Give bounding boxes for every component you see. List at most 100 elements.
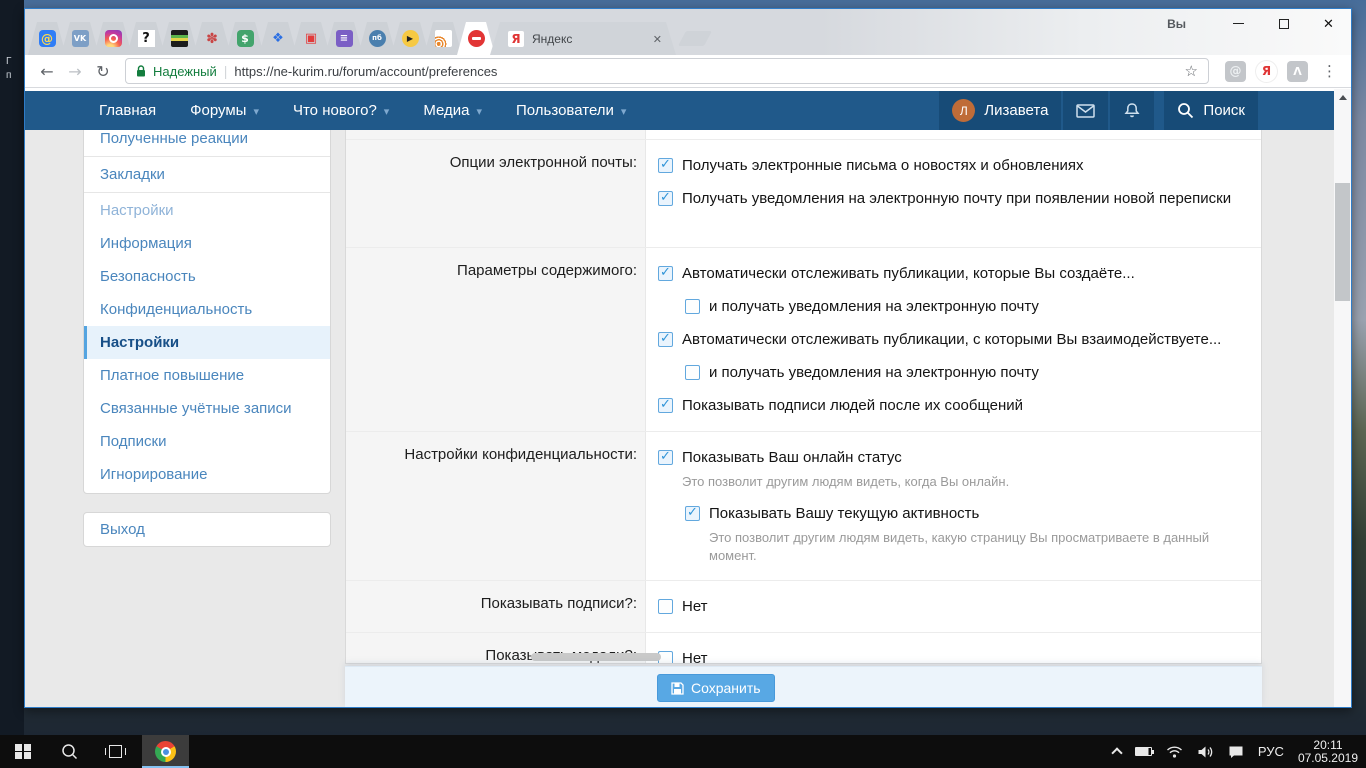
sidebar-item-ignoring[interactable]: Игнорирование <box>84 458 330 491</box>
pinned-tab-play[interactable]: ▶ <box>391 22 429 55</box>
bell-icon <box>1123 102 1141 119</box>
maximize-button[interactable] <box>1261 9 1306 38</box>
checkbox-checked-icon[interactable] <box>685 506 700 521</box>
avatar: Л <box>952 99 975 122</box>
pinned-tab-finance[interactable]: $ <box>226 22 264 55</box>
tab-yandex[interactable]: Я Яндекс <box>490 22 676 55</box>
logout-link[interactable]: Выход <box>84 513 330 546</box>
nav-label: Форумы <box>190 102 246 119</box>
horizontal-scrollbar-thumb[interactable] <box>531 653 661 661</box>
sidebar-item-connected-accounts[interactable]: Связанные учётные записи <box>84 392 330 425</box>
bookmark-star-icon[interactable] <box>1185 62 1198 81</box>
sidebar-item-bookmarks[interactable]: Закладки <box>84 158 330 191</box>
checkbox-unchecked-icon[interactable] <box>685 299 700 314</box>
pinned-tab-frame[interactable]: ▣ <box>292 22 330 55</box>
nav-item-home[interactable]: Главная <box>99 102 156 119</box>
pinned-tab-vk[interactable]: VK <box>61 22 99 55</box>
sidebar-item-upgrade[interactable]: Платное повышение <box>84 359 330 392</box>
pinned-tab-nekurim-active[interactable] <box>457 22 495 55</box>
user-menu[interactable]: Л Лизавета <box>939 91 1061 130</box>
browser-toolbar: ← → ↻ Надежный | https://ne-kurim.ru/for… <box>25 55 1351 88</box>
nav-item-media[interactable]: Медиа <box>423 102 482 119</box>
windows-taskbar: РУС 20:11 07.05.2019 <box>0 735 1366 768</box>
date: 07.05.2019 <box>1298 752 1358 765</box>
minimize-button[interactable] <box>1216 9 1261 38</box>
forward-button[interactable]: → <box>63 62 87 81</box>
sidebar-item-subscriptions[interactable]: Подписки <box>84 425 330 458</box>
checkbox-unchecked-icon[interactable] <box>685 365 700 380</box>
battery-icon[interactable] <box>1135 747 1152 756</box>
save-button[interactable]: Сохранить <box>657 674 775 702</box>
nav-item-whats-new[interactable]: Что нового? <box>293 102 389 119</box>
dropbox-favicon-icon: ❖ <box>270 30 287 47</box>
preferences-panel: Опции электронной почты: Получать электр… <box>345 119 1262 664</box>
start-button[interactable] <box>0 735 46 768</box>
volume-icon[interactable] <box>1197 745 1214 759</box>
chrome-menu-icon[interactable] <box>1322 62 1337 81</box>
checkbox-checked-icon[interactable] <box>658 191 673 206</box>
sidebar-item-security[interactable]: Безопасность <box>84 260 330 293</box>
chrome-profile-chip[interactable]: Вы <box>1167 17 1186 31</box>
pinned-tab-dropbox[interactable]: ❖ <box>259 22 297 55</box>
clock[interactable]: 20:11 07.05.2019 <box>1298 739 1358 765</box>
nav-item-users[interactable]: Пользователи <box>516 102 626 119</box>
checkbox-checked-icon[interactable] <box>658 158 673 173</box>
pinned-tab-flower[interactable]: ✽ <box>193 22 231 55</box>
checkbox-checked-icon[interactable] <box>658 450 673 465</box>
alerts-button[interactable] <box>1110 91 1154 130</box>
pinned-tab-instagram[interactable] <box>94 22 132 55</box>
back-button[interactable]: ← <box>35 62 59 81</box>
checkbox-watch-interacted[interactable]: Автоматически отслеживать публикации, с … <box>658 330 1241 350</box>
mailru-favicon-icon: @ <box>39 30 56 47</box>
pinned-tab-mailru[interactable]: @ <box>28 22 66 55</box>
checkbox-email-conversations[interactable]: Получать уведомления на электронную почт… <box>658 189 1241 209</box>
checkbox-show-signatures-posts[interactable]: Показывать подписи людей после их сообще… <box>658 396 1241 416</box>
acrobat-extension-icon[interactable]: Λ <box>1287 61 1308 82</box>
close-tab-icon[interactable] <box>653 30 662 48</box>
action-center-icon[interactable] <box>1228 745 1244 759</box>
nav-item-forums[interactable]: Форумы <box>190 102 259 119</box>
checkbox-email-news[interactable]: Получать электронные письма о новостях и… <box>658 156 1241 176</box>
pinned-tab-tasks[interactable]: ≡ <box>325 22 363 55</box>
checkbox-label: Показывать Вашу текущую активность <box>709 504 979 524</box>
sidebar-item-preferences[interactable]: Настройки <box>84 326 330 359</box>
pinned-tab-pb[interactable]: пб <box>358 22 396 55</box>
mailru-extension-icon[interactable]: @ <box>1225 61 1246 82</box>
sidebar-item-privacy[interactable]: Конфиденциальность <box>84 293 330 326</box>
task-view-button[interactable] <box>92 735 138 768</box>
tray-expand-icon[interactable] <box>1111 747 1122 758</box>
keyboard-language[interactable]: РУС <box>1258 744 1284 759</box>
close-button[interactable] <box>1306 9 1351 38</box>
wifi-icon[interactable] <box>1166 745 1183 758</box>
pinned-tab-help[interactable]: ? <box>127 22 165 55</box>
search-icon <box>1177 102 1194 119</box>
pinned-tab-feed[interactable] <box>424 22 462 55</box>
close-icon <box>1323 15 1334 33</box>
reload-button[interactable]: ↻ <box>91 62 115 81</box>
vertical-scrollbar-thumb[interactable] <box>1335 183 1350 301</box>
taskbar-chrome-button[interactable] <box>142 735 189 768</box>
instagram-favicon-icon <box>105 30 122 47</box>
address-bar[interactable]: Надежный | https://ne-kurim.ru/forum/acc… <box>125 58 1209 84</box>
scroll-up-arrow-icon[interactable] <box>1339 95 1347 100</box>
sidebar-item-information[interactable]: Информация <box>84 227 330 260</box>
checkbox-show-current-activity[interactable]: Показывать Вашу текущую активность <box>685 504 1241 524</box>
site-navbar: Главная Форумы Что нового? Медиа Пользов… <box>25 91 1334 130</box>
checkbox-checked-icon[interactable] <box>658 266 673 281</box>
checkbox-watch-created[interactable]: Автоматически отслеживать публикации, ко… <box>658 264 1241 284</box>
taskbar-search-button[interactable] <box>46 735 92 768</box>
vertical-scrollbar[interactable] <box>1334 89 1351 707</box>
checkbox-watch-created-email[interactable]: и получать уведомления на электронную по… <box>685 297 1241 317</box>
new-tab-button[interactable] <box>678 31 712 46</box>
checkbox-watch-interacted-email[interactable]: и получать уведомления на электронную по… <box>685 363 1241 383</box>
inbox-button[interactable] <box>1063 91 1108 130</box>
checkbox-show-signatures-no[interactable]: Нет <box>658 597 1241 617</box>
checkbox-checked-icon[interactable] <box>658 398 673 413</box>
yandex-extension-icon[interactable]: Я <box>1256 61 1277 82</box>
checkbox-show-online-status[interactable]: Показывать Ваш онлайн статус <box>658 448 1241 468</box>
pinned-tab-tv[interactable] <box>160 22 198 55</box>
checkbox-show-medals-no[interactable]: Нет <box>658 649 1241 664</box>
search-button[interactable]: Поиск <box>1164 91 1258 130</box>
checkbox-checked-icon[interactable] <box>658 332 673 347</box>
checkbox-unchecked-icon[interactable] <box>658 599 673 614</box>
